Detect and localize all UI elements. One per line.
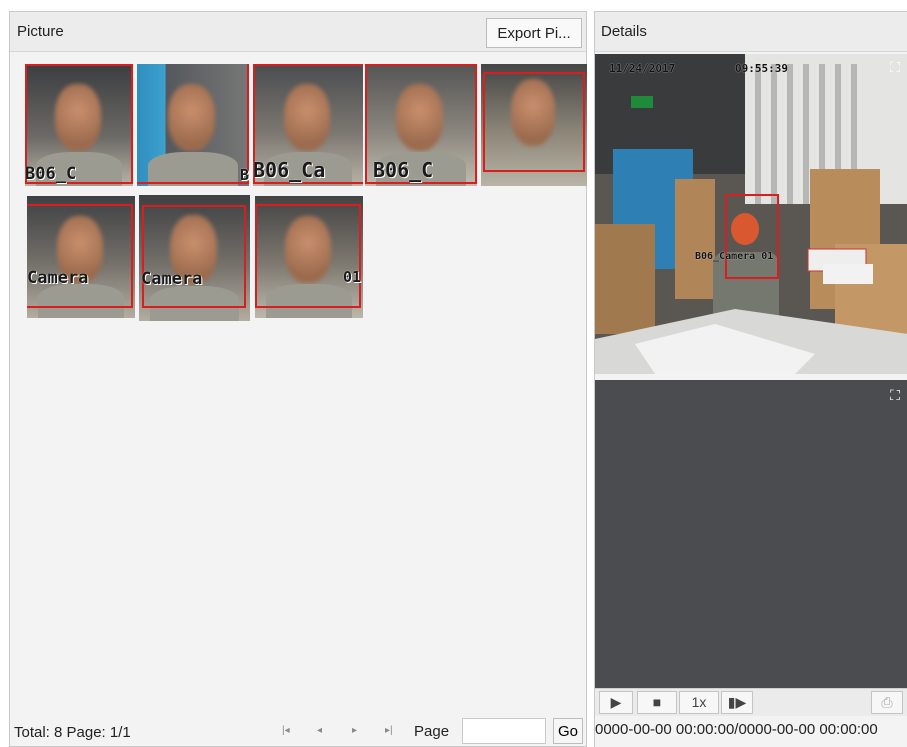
pagination-bar: Total: 8 Page: 1/1 |◂ ◂ ▸ ▸| Page Go — [10, 718, 586, 746]
scene-date: 11/24/2017 — [609, 62, 676, 75]
fullscreen-icon[interactable]: ⛶ — [886, 58, 904, 76]
video-fullscreen-icon[interactable]: ⛶ — [886, 386, 904, 404]
stop-button[interactable]: ■ — [637, 691, 677, 714]
face-thumbnail-6[interactable]: Camera — [27, 196, 135, 318]
first-page-icon[interactable]: |◂ — [282, 725, 290, 736]
detection-box — [725, 194, 779, 279]
video-playback-area: ⛶ — [595, 380, 907, 688]
face-thumbnail-7[interactable]: Camera — [139, 195, 250, 321]
prev-page-icon[interactable]: ◂ — [317, 725, 322, 736]
play-button[interactable]: ▶ — [599, 691, 633, 714]
last-page-icon[interactable]: ▸| — [385, 725, 393, 736]
thumbnail-overlay-text: 01 — [342, 268, 361, 286]
face-thumbnail-4[interactable]: B06_C — [365, 64, 477, 186]
page-number-input[interactable] — [462, 718, 546, 744]
details-panel: Details 11/24/2017 09:55:39 B06_Camera 0… — [594, 11, 907, 747]
picture-panel: Picture Export Pi... B06_C B B06_Ca B06_… — [9, 11, 587, 747]
page-label: Page — [414, 723, 450, 740]
face-thumbnail-5[interactable] — [481, 64, 587, 186]
thumbnail-overlay-text: Camera — [27, 268, 89, 288]
thumbnail-overlay-text: B — [239, 166, 249, 184]
time-range-label: 0000-00-00 00:00:00/0000-00-00 00:00:00 — [595, 721, 878, 738]
thumbnail-overlay-text: B06_Ca — [253, 158, 326, 182]
thumbnail-overlay-text: B06_C — [373, 158, 434, 182]
go-button[interactable]: Go — [553, 718, 583, 744]
face-thumbnail-1[interactable]: B06_C — [25, 64, 133, 186]
captured-scene-image: 11/24/2017 09:55:39 B06_Camera 01 ⛶ — [595, 54, 907, 374]
next-page-icon[interactable]: ▸ — [352, 725, 357, 736]
speed-button[interactable]: 1x — [679, 691, 719, 714]
frame-forward-button[interactable]: ▮▶ — [721, 691, 753, 714]
playback-controls: ▶ ■ 1x ▮▶ ⎙ — [595, 688, 907, 716]
face-thumbnail-2[interactable]: B — [137, 64, 249, 186]
thumbnail-overlay-text: Camera — [141, 269, 203, 289]
face-thumbnail-8[interactable]: 01 — [255, 196, 363, 318]
scene-camera-label: B06_Camera 01 — [695, 251, 774, 262]
picture-panel-header: Picture Export Pi... — [10, 12, 586, 52]
thumbnail-overlay-text: B06_C — [25, 164, 77, 184]
download-clip-button[interactable]: ⎙ — [871, 691, 903, 714]
export-pictures-button[interactable]: Export Pi... — [486, 18, 582, 48]
face-thumbnail-3[interactable]: B06_Ca — [253, 64, 363, 186]
details-panel-header: Details — [595, 12, 907, 52]
picture-panel-title: Picture — [17, 23, 64, 40]
scene-time: 09:55:39 — [735, 62, 788, 75]
details-panel-title: Details — [601, 23, 647, 40]
total-page-label: Total: 8 Page: 1/1 — [14, 724, 131, 741]
